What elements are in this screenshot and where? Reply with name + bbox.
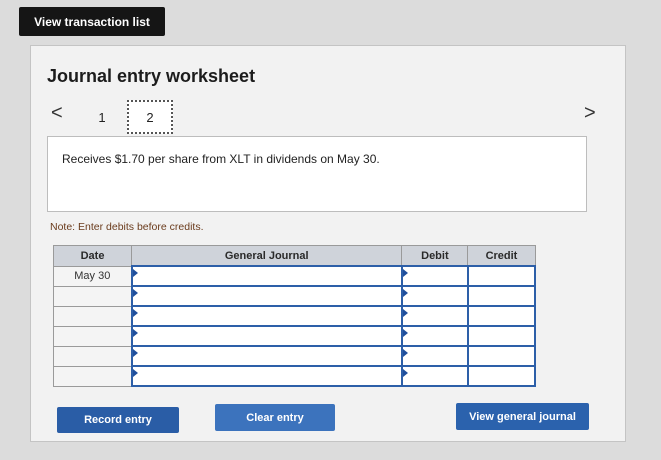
transaction-description: Receives $1.70 per share from XLT in div… — [62, 152, 380, 166]
debit-input[interactable] — [400, 345, 469, 367]
credit-header: Credit — [467, 245, 536, 267]
record-entry-button[interactable]: Record entry — [57, 407, 179, 433]
debit-header: Debit — [401, 245, 469, 267]
account-input[interactable] — [130, 365, 403, 387]
debit-input[interactable] — [400, 265, 469, 287]
journal-table: Date General Journal Debit Credit May 30 — [52, 245, 537, 387]
table-row: May 30 — [52, 265, 537, 287]
date-cell — [52, 345, 133, 367]
debit-input[interactable] — [400, 325, 469, 347]
general-journal-header: General Journal — [131, 245, 403, 267]
view-general-journal-button[interactable]: View general journal — [456, 403, 589, 430]
account-input[interactable] — [130, 345, 403, 367]
debit-input[interactable] — [400, 305, 469, 327]
chevron-right-icon[interactable]: > — [584, 103, 596, 123]
account-input[interactable] — [130, 325, 403, 347]
debit-input[interactable] — [400, 365, 469, 387]
account-input[interactable] — [130, 285, 403, 307]
credit-input[interactable] — [466, 285, 537, 307]
date-cell: May 30 — [52, 265, 133, 287]
date-cell — [52, 305, 133, 327]
date-cell — [52, 325, 133, 347]
debits-note: Note: Enter debits before credits. — [50, 221, 204, 233]
date-cell — [52, 285, 133, 307]
tab-2[interactable]: 2 — [127, 100, 173, 134]
debit-input[interactable] — [400, 285, 469, 307]
account-input[interactable] — [130, 265, 403, 287]
credit-input[interactable] — [466, 325, 537, 347]
view-transaction-list-button[interactable]: View transaction list — [19, 7, 165, 36]
chevron-left-icon[interactable]: < — [51, 103, 63, 123]
date-header: Date — [52, 245, 133, 267]
journal-entry-worksheet-panel: Journal entry worksheet < 1 2 > Receives… — [30, 45, 626, 442]
credit-input[interactable] — [466, 365, 537, 387]
table-row — [52, 345, 537, 367]
transaction-description-box: Receives $1.70 per share from XLT in div… — [47, 136, 587, 212]
credit-input[interactable] — [466, 305, 537, 327]
account-input[interactable] — [130, 305, 403, 327]
credit-input[interactable] — [466, 345, 537, 367]
tab-1[interactable]: 1 — [79, 100, 125, 134]
table-row — [52, 305, 537, 327]
worksheet-title: Journal entry worksheet — [47, 66, 256, 86]
table-row — [52, 285, 537, 307]
table-row — [52, 325, 537, 347]
table-row — [52, 365, 537, 387]
date-cell — [52, 365, 133, 387]
credit-input[interactable] — [466, 265, 537, 287]
journal-header-row: Date General Journal Debit Credit — [52, 245, 536, 267]
clear-entry-button[interactable]: Clear entry — [215, 404, 335, 431]
